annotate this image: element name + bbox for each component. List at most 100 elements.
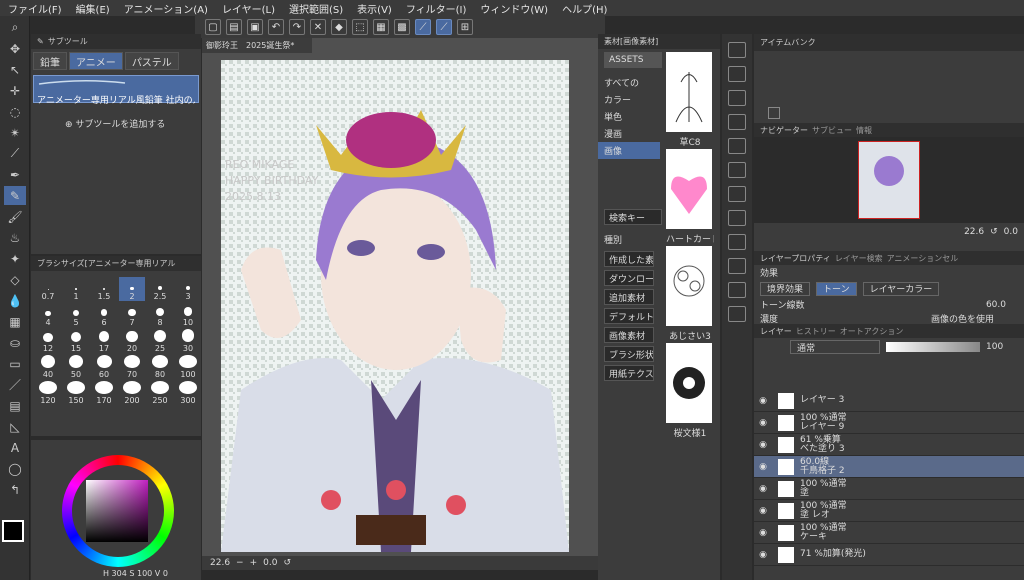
history-panel-icon[interactable] <box>728 162 746 178</box>
transform-icon[interactable]: ⬚ <box>352 19 368 35</box>
menu-window[interactable]: ウィンドウ(W) <box>480 1 548 16</box>
visibility-eye-icon[interactable]: ◉ <box>754 528 772 538</box>
zoom-tool-icon[interactable]: ⌕ <box>4 18 26 37</box>
layer-move-icon[interactable]: ✛ <box>4 81 26 100</box>
brush-size-option[interactable]: 5 <box>63 303 89 327</box>
brush-size-option[interactable]: 300 <box>175 381 201 405</box>
quick-access-icon[interactable] <box>728 306 746 322</box>
tab-layer-search[interactable]: レイヤー検索 <box>835 253 883 264</box>
nav-zoom-value[interactable]: 22.6 <box>964 227 984 237</box>
brush-size-option[interactable]: 100 <box>175 355 201 379</box>
tab-animation-cel[interactable]: アニメーションセル <box>887 253 959 264</box>
navigator-preview[interactable] <box>754 137 1024 223</box>
material-filter-button[interactable]: 追加素材 <box>604 289 654 305</box>
undo-icon[interactable]: ↶ <box>268 19 284 35</box>
tree-all[interactable]: すべての <box>598 74 660 91</box>
saturation-value-square[interactable] <box>86 480 148 542</box>
visibility-eye-icon[interactable]: ◉ <box>754 396 772 406</box>
pencil-tool-icon[interactable]: ✎ <box>4 186 26 205</box>
balloon-icon[interactable]: ◯ <box>4 459 26 478</box>
canvas-artwork[interactable]: REO MIKAGE HAPPY BIRTHDAY 2025.8.13 <box>221 60 569 552</box>
correct-line-icon[interactable]: ↰ <box>4 480 26 499</box>
search-panel-icon[interactable] <box>728 42 746 58</box>
ruler-icon[interactable]: ◺ <box>4 417 26 436</box>
material-filter-button[interactable]: ダウンロード <box>604 270 654 286</box>
add-subtool-button[interactable]: ⊕ サブツールを追加する <box>65 117 201 130</box>
menu-edit[interactable]: 編集(E) <box>76 1 110 16</box>
tone-frequency-value[interactable]: 60.0 <box>986 300 1006 310</box>
tab-navigator[interactable]: ナビゲーター <box>760 125 808 136</box>
material-filter-button[interactable]: 画像素材 <box>604 327 654 343</box>
tree-image[interactable]: 画像 <box>598 142 660 159</box>
layer-row[interactable]: ◉ 60.0線 千鳥格子 2 <box>754 456 1024 478</box>
selected-brush-item[interactable]: アニメーター専用リアル風鉛筆 社内の人 <box>33 75 199 106</box>
layer-row[interactable]: ◉ 100 %通常塗 レオ <box>754 500 1024 522</box>
border-effect-button[interactable]: 境界効果 <box>760 281 811 296</box>
material-panel-icon[interactable] <box>728 210 746 226</box>
brush-size-option[interactable]: 6 <box>91 303 117 327</box>
brush-size-option[interactable]: 40 <box>35 355 61 379</box>
brush-size-option[interactable]: 25 <box>147 329 173 353</box>
material-thumb-sakura[interactable] <box>666 343 712 423</box>
tab-auto-action[interactable]: オートアクション <box>840 326 904 337</box>
blend-tool-icon[interactable]: 💧 <box>4 291 26 310</box>
angle-value[interactable]: 0.0 <box>263 558 277 568</box>
assets-button[interactable]: ASSETS <box>604 52 662 68</box>
material-thumb-grass[interactable] <box>666 52 712 132</box>
brush-size-option[interactable]: 50 <box>63 355 89 379</box>
material-filter-button[interactable]: ブラシ形状 <box>604 346 654 362</box>
tab-subview[interactable]: サブビュー <box>812 125 852 136</box>
menu-layer[interactable]: レイヤー(L) <box>222 1 275 16</box>
brush-size-option[interactable]: 4 <box>35 303 61 327</box>
material-search-input[interactable]: 検索キー <box>604 209 662 225</box>
layer-row[interactable]: ◉ 100 %通常 レイヤー 9 <box>754 412 1024 434</box>
eraser-icon[interactable]: ◇ <box>4 270 26 289</box>
open-file-icon[interactable]: ▤ <box>226 19 242 35</box>
brush-size-option[interactable]: 60 <box>91 355 117 379</box>
brush-tool-icon[interactable]: 🖌 <box>4 207 26 226</box>
brush-size-option[interactable]: 20 <box>119 329 145 353</box>
menu-file[interactable]: ファイル(F) <box>8 1 62 16</box>
layer-panel-icon[interactable] <box>728 138 746 154</box>
tree-mono[interactable]: 単色 <box>598 108 660 125</box>
fill-icon[interactable]: ◆ <box>331 19 347 35</box>
zoom-out-icon[interactable]: − <box>236 558 244 568</box>
material-thumb-hydrangea[interactable] <box>666 246 712 326</box>
brush-size-option[interactable]: 70 <box>119 355 145 379</box>
brush-size-option[interactable]: 150 <box>63 381 89 405</box>
menu-help[interactable]: ヘルプ(H) <box>562 1 607 16</box>
material-filter-button[interactable]: デフォルト <box>604 308 654 324</box>
grid-icon[interactable]: ▩ <box>394 19 410 35</box>
bucket-icon[interactable]: ⛀ <box>4 333 26 352</box>
brush-size-option[interactable]: 15 <box>63 329 89 353</box>
info-panel-icon[interactable] <box>728 114 746 130</box>
ruler-snap-icon[interactable]: ⟋ <box>415 19 431 35</box>
timeline-panel-icon[interactable] <box>728 258 746 274</box>
tab-layer[interactable]: レイヤー <box>760 326 792 337</box>
density-value[interactable]: 画像の色を使用 <box>931 312 994 325</box>
brush-size-option[interactable]: 17 <box>91 329 117 353</box>
move-tool-icon[interactable]: ✥ <box>4 39 26 58</box>
brush-size-option[interactable]: 7 <box>119 303 145 327</box>
brush-size-option[interactable]: 3 <box>175 277 201 301</box>
grid-snap-icon[interactable]: ⊞ <box>457 19 473 35</box>
new-file-icon[interactable]: ▢ <box>205 19 221 35</box>
layer-row[interactable]: ◉ 71 %加算(発光) <box>754 544 1024 566</box>
action-panel-icon[interactable] <box>728 186 746 202</box>
pen-tool-icon[interactable]: ✒ <box>4 165 26 184</box>
visibility-eye-icon[interactable]: ◉ <box>754 484 772 494</box>
rotate-icon[interactable]: ↺ <box>283 558 291 568</box>
visibility-eye-icon[interactable]: ◉ <box>754 462 772 472</box>
menu-filter[interactable]: フィルター(I) <box>406 1 467 16</box>
subview-panel-icon[interactable] <box>728 90 746 106</box>
zoom-value[interactable]: 22.6 <box>210 558 230 568</box>
clear-icon[interactable]: ✕ <box>310 19 326 35</box>
decoration-icon[interactable]: ✦ <box>4 249 26 268</box>
operation-tool-icon[interactable]: ↖ <box>4 60 26 79</box>
tab-info[interactable]: 情報 <box>856 125 872 136</box>
figure-icon[interactable]: ／ <box>4 375 26 394</box>
menu-view[interactable]: 表示(V) <box>357 1 392 16</box>
brush-size-option[interactable]: 200 <box>119 381 145 405</box>
material-filter-button[interactable]: 作成した素 <box>604 251 654 267</box>
brush-size-option[interactable]: 170 <box>91 381 117 405</box>
